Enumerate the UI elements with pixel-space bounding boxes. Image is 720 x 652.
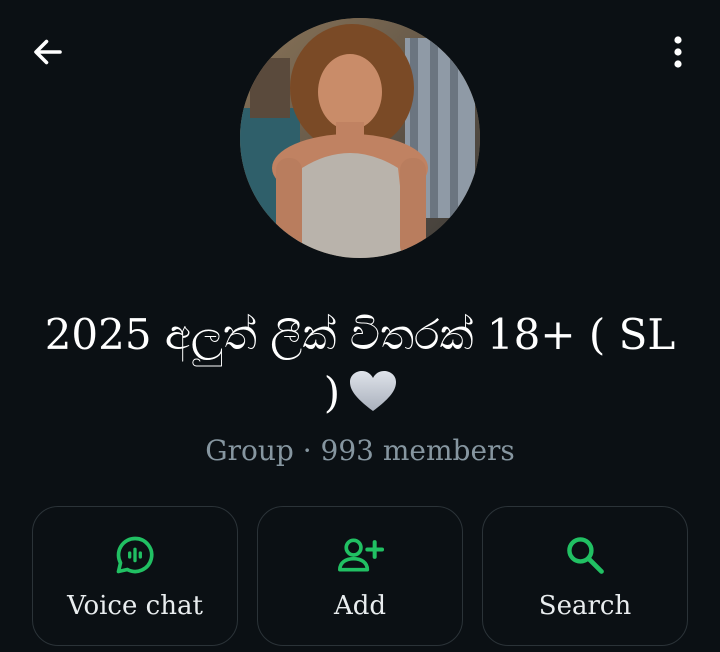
group-avatar[interactable] bbox=[240, 18, 480, 258]
search-label: Search bbox=[538, 591, 632, 621]
back-button[interactable] bbox=[24, 28, 72, 76]
group-photo bbox=[240, 18, 480, 258]
add-button[interactable]: Add bbox=[257, 506, 463, 646]
more-options-button[interactable] bbox=[658, 28, 698, 76]
more-vertical-icon bbox=[674, 36, 682, 68]
voice-chat-icon bbox=[116, 536, 154, 574]
group-name: 2025 අලුත් ලීක් විතරක් 18+ ( SL ) bbox=[40, 306, 680, 428]
search-icon bbox=[567, 537, 604, 574]
voice-chat-button[interactable]: Voice chat bbox=[32, 506, 238, 646]
grey-heart-icon bbox=[350, 370, 397, 428]
group-subtitle: Group · 993 members bbox=[205, 434, 515, 467]
search-button[interactable]: Search bbox=[482, 506, 688, 646]
action-buttons: Voice chat Add Search bbox=[32, 506, 688, 646]
voice-chat-label: Voice chat bbox=[67, 591, 203, 621]
add-label: Add bbox=[333, 591, 387, 621]
arrow-left-icon bbox=[34, 39, 62, 65]
add-person-icon bbox=[338, 538, 384, 572]
